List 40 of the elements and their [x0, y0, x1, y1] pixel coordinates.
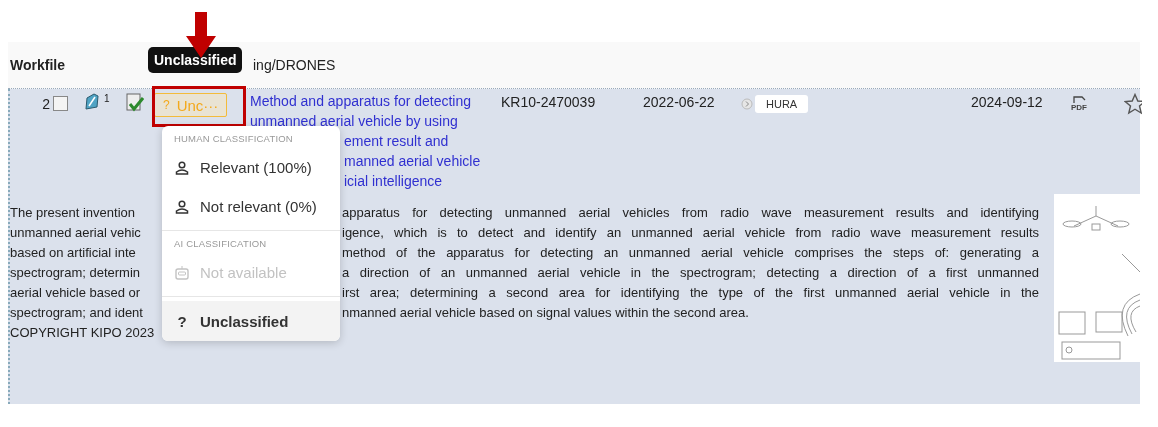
robot-icon [174, 264, 190, 281]
person-icon [174, 160, 190, 175]
abstract-text: spectrogram; and ident [10, 304, 144, 322]
menu-item[interactable]: Relevant (100%) [162, 148, 340, 187]
title-link[interactable]: Method and apparatus for detecting [250, 91, 472, 111]
abstract-text: spectrogram; determin [10, 264, 142, 282]
abstract-text: irst area; determining a second area for identifying the type of the first unmanned aerial vehicle in the [342, 284, 1039, 302]
menu-item[interactable]: Not relevant (0%) [162, 187, 340, 226]
column-header: Workfile [10, 57, 65, 73]
title-link[interactable]: unmanned aerial vehicle by using [250, 111, 458, 131]
abstract-text: method of the apparatus for detecting an unmanned aerial vehicle comprises the steps of: generating a [342, 244, 1039, 262]
person-icon [174, 199, 190, 214]
abstract-text: unmanned aerial vehic [10, 224, 142, 242]
abstract-text: based on artificial inte [10, 244, 137, 262]
abstract-text: The present invention [10, 204, 137, 222]
column-header: ing/DRONES [253, 57, 336, 73]
menu-heading: AI CLASSIFICATION [173, 237, 268, 251]
row-number: 2 [42, 96, 50, 112]
abstract-text: a direction of an unmanned aerial vehicle in the spectrogram; detecting a direction of a first unmanned [342, 264, 1039, 282]
menu-item[interactable]: ? Unclassified [162, 301, 340, 341]
edit-note-icon[interactable] [84, 93, 100, 111]
title-link[interactable]: icial intelligence [344, 171, 443, 191]
abstract-text: COPYRIGHT KIPO 2023 [10, 324, 156, 342]
row-checkbox[interactable] [53, 96, 68, 111]
pdf-button[interactable]: PDF [1071, 96, 1087, 112]
tooltip: Unclassified [148, 47, 243, 73]
document-check-icon[interactable] [126, 93, 144, 113]
note-count: 1 [104, 93, 110, 104]
abstract-text: igence, which is to detect and identify an unmanned aerial vehicle from radio wave measurement results [342, 224, 1039, 242]
star-icon[interactable] [1124, 93, 1142, 115]
publication-number: KR10-2470039 [501, 93, 597, 112]
title-link[interactable]: ement result and [344, 131, 449, 151]
abstract-text: nmanned aerial vehicle based on signal values within the second area. [342, 304, 750, 322]
date-cell-text: 2022-06-22 [643, 93, 716, 112]
menu-heading: HUMAN CLASSIFICATION [173, 132, 294, 146]
tag-chip[interactable]: HURA [755, 95, 809, 113]
abstract-text: apparatus for detecting unmanned aerial vehicles from radio wave measurement results and identifying [342, 204, 1039, 222]
title-link[interactable]: manned aerial vehicle [344, 151, 481, 171]
abstract-text: aerial vehicle based or [10, 284, 142, 302]
date-cell-text: 2024-09-12 [971, 93, 1044, 112]
